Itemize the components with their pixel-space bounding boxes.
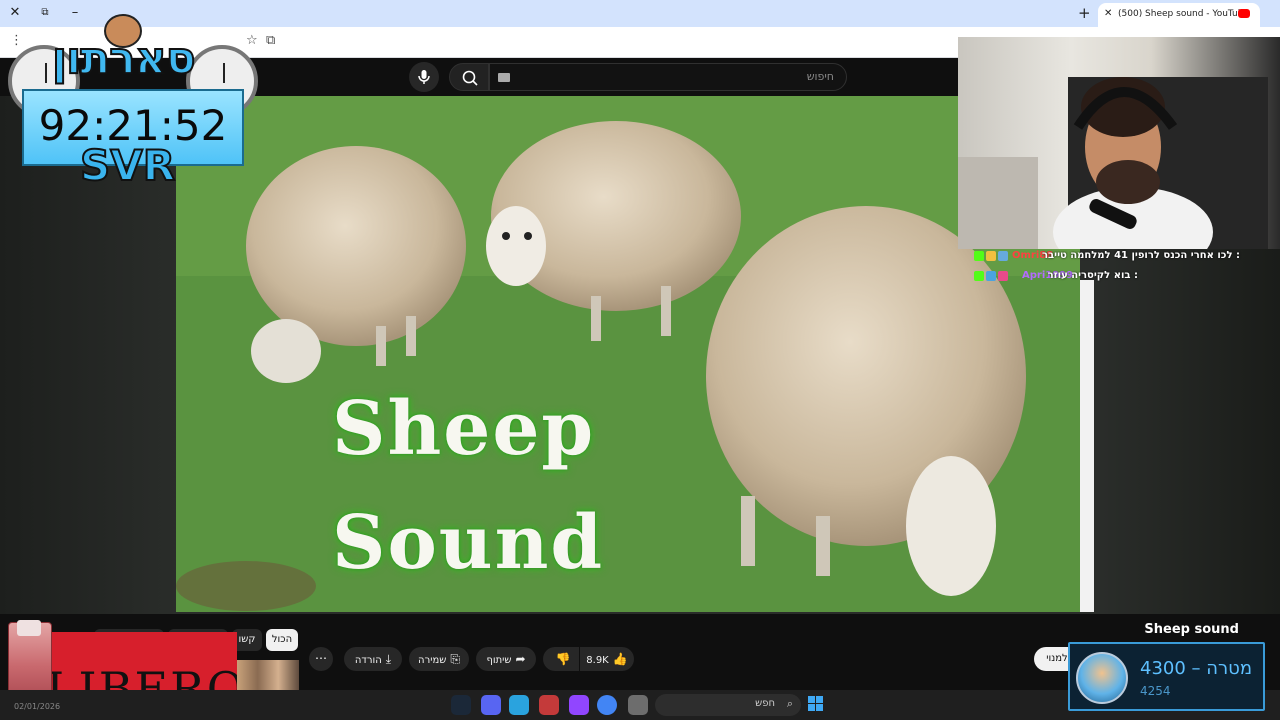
download-label: הורדה bbox=[354, 655, 382, 666]
tab-close-icon[interactable]: ✕ bbox=[1104, 8, 1112, 19]
taskbar-search-icon: ⌕ bbox=[786, 697, 793, 710]
share-arrow-icon: ➦ bbox=[515, 652, 526, 666]
search-input[interactable]: חיפוש bbox=[489, 63, 847, 91]
chrome-icon[interactable] bbox=[597, 695, 617, 715]
chat-text: בוא לקיסריה עוזר : bbox=[1047, 270, 1138, 281]
chat-text: לכו אחרי הכנס לרופין 41 למלחמה טייבר : bbox=[1042, 250, 1240, 261]
video-frame-sheep bbox=[176, 96, 1080, 612]
dislike-button[interactable]: 👎 bbox=[543, 647, 579, 671]
perfume-cap-image bbox=[17, 620, 41, 636]
goal-label: מטרה – 4300 bbox=[1140, 658, 1253, 679]
thumbs-down-icon: 👎 bbox=[555, 652, 571, 666]
voice-search-button[interactable] bbox=[409, 62, 439, 92]
mascot-avatar bbox=[104, 14, 142, 48]
webcam-feed bbox=[958, 37, 1280, 249]
youtube-favicon-icon bbox=[1238, 9, 1250, 18]
discord-icon[interactable] bbox=[481, 695, 501, 715]
menu-dots-icon[interactable]: ⋮ bbox=[10, 33, 23, 48]
more-actions-button[interactable]: ⋯ bbox=[309, 647, 333, 671]
bookmark-icon: ⎘ bbox=[450, 652, 460, 666]
telegram-icon[interactable] bbox=[509, 695, 529, 715]
twitch-icon[interactable] bbox=[569, 695, 589, 715]
window-close-icon[interactable]: ✕ bbox=[6, 4, 24, 22]
streamer-webcam-image bbox=[958, 77, 1268, 249]
share-button[interactable]: שיתוף ➦ bbox=[476, 647, 536, 671]
goal-avatar bbox=[1076, 652, 1128, 704]
download-button[interactable]: הורדה ⤓ bbox=[344, 647, 402, 671]
like-button[interactable]: 8.9K 👍 bbox=[580, 647, 634, 671]
browser-tab-strip: ✕ ⧉ – + ✕ (500) Sheep sound - YouTube bbox=[0, 0, 1280, 27]
share-label: שיתוף bbox=[486, 655, 512, 666]
new-tab-button[interactable]: + bbox=[1078, 4, 1091, 22]
search-button[interactable] bbox=[449, 63, 489, 91]
chip-all[interactable]: הכול bbox=[266, 629, 298, 651]
file-explorer-icon[interactable] bbox=[628, 695, 648, 715]
save-label: שמירה bbox=[418, 655, 447, 666]
like-count: 8.9K bbox=[586, 655, 609, 666]
follower-goal-widget: מטרה – 4300 4254 bbox=[1068, 642, 1265, 711]
search-icon bbox=[462, 70, 478, 86]
thumbs-up-icon: 👍 bbox=[612, 652, 628, 666]
bookmark-star-icon[interactable]: ☆ bbox=[246, 33, 258, 48]
video-player[interactable] bbox=[176, 96, 1080, 612]
chat-message: Omri88 לכו אחרי הכנס לרופין 41 למלחמה טי… bbox=[962, 248, 1280, 268]
taskbar-search[interactable]: חפש ⌕ bbox=[655, 694, 801, 716]
app-icon-red[interactable] bbox=[539, 695, 559, 715]
windows-start-icon[interactable] bbox=[808, 696, 824, 712]
goal-current-value: 4254 bbox=[1140, 684, 1171, 698]
download-icon: ⤓ bbox=[385, 652, 392, 666]
save-button[interactable]: שמירה ⎘ bbox=[409, 647, 469, 671]
chat-message: Apri1999 בוא לקיסריה עוזר : bbox=[962, 268, 1280, 288]
keyboard-icon[interactable] bbox=[498, 73, 510, 82]
search-placeholder: חיפוש bbox=[806, 70, 834, 83]
chat-badges bbox=[974, 271, 1014, 283]
video-title: Sheep sound bbox=[1144, 622, 1239, 637]
steam-icon[interactable] bbox=[451, 695, 471, 715]
chat-badges bbox=[974, 251, 1014, 263]
microphone-icon bbox=[418, 70, 430, 84]
cast-icon[interactable]: ⧉ bbox=[266, 33, 275, 48]
video-edge-highlight bbox=[1080, 280, 1094, 612]
video-overlay-title-line1: Sheep bbox=[332, 386, 596, 472]
window-restore-icon[interactable]: ⧉ bbox=[36, 4, 54, 22]
window-minimize-icon[interactable]: – bbox=[66, 4, 84, 22]
tab-title: (500) Sheep sound - YouTube bbox=[1118, 9, 1250, 19]
video-overlay-title-line2: Sound bbox=[332, 500, 605, 586]
svr-label: SVR bbox=[79, 140, 176, 191]
screen: ✕ ⧉ – + ✕ (500) Sheep sound - YouTube ⋮ … bbox=[0, 0, 1280, 720]
taskbar-search-text: חפש bbox=[755, 698, 775, 709]
thumbnail-faces bbox=[237, 660, 299, 690]
taskbar-date: 02/01/2026 bbox=[14, 702, 61, 711]
tab-youtube[interactable]: ✕ (500) Sheep sound - YouTube bbox=[1098, 3, 1260, 27]
chat-overlay: Omri88 לכו אחרי הכנס לרופין 41 למלחמה טי… bbox=[962, 248, 1280, 288]
